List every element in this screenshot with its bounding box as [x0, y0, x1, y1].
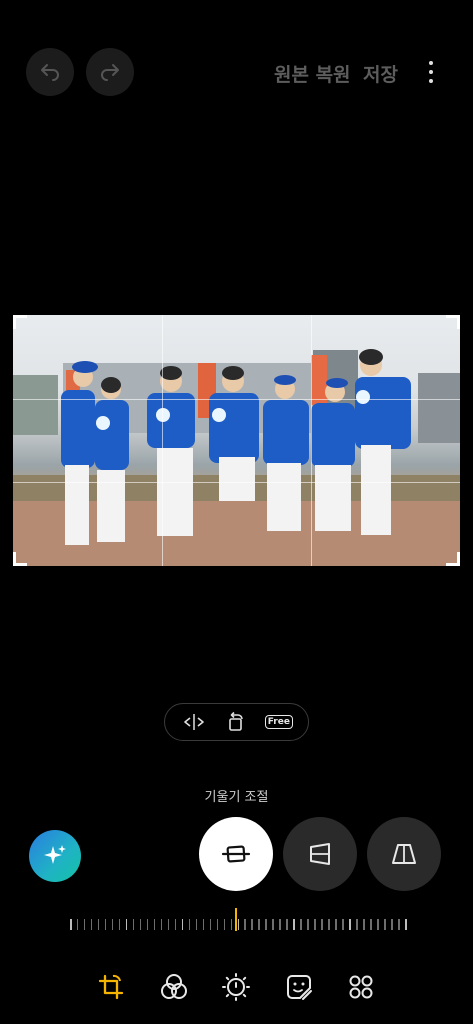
photo-image — [13, 349, 460, 566]
ruler-tick — [335, 919, 337, 930]
ruler-tick — [83, 919, 86, 930]
undo-button[interactable] — [26, 48, 74, 96]
redo-icon — [101, 64, 119, 81]
ruler-tick — [272, 919, 274, 930]
ruler-tick — [391, 919, 393, 930]
ruler-tick — [244, 919, 246, 930]
ruler-tick — [363, 919, 365, 930]
ruler-tick — [223, 919, 226, 930]
ruler-tick — [167, 919, 170, 930]
ruler-tick — [202, 919, 205, 930]
tilt-adjust-label: 기울기 조절 — [204, 790, 269, 805]
ruler-tick — [377, 919, 379, 930]
flip-icon — [184, 714, 204, 730]
aspect-ratio-button[interactable]: Free — [264, 708, 293, 736]
tilt-ruler-slider[interactable] — [70, 915, 407, 935]
horizontal-perspective-button[interactable] — [367, 817, 441, 891]
ruler-tick — [230, 919, 233, 930]
ruler-tick — [356, 919, 358, 930]
photo-canvas[interactable] — [13, 315, 460, 566]
ruler-tick — [405, 919, 407, 930]
ruler-tick — [370, 919, 372, 930]
brightness-icon — [222, 973, 250, 1001]
ruler-tick — [90, 919, 93, 930]
flip-button[interactable] — [180, 708, 208, 736]
ruler-tick — [384, 919, 386, 930]
rotate-button[interactable] — [222, 708, 250, 736]
ruler-tick — [307, 919, 309, 930]
ruler-tick — [188, 919, 191, 930]
brightness-tab[interactable] — [219, 970, 253, 1004]
ruler-tick — [328, 919, 330, 930]
ruler-tick — [286, 919, 288, 930]
tilt-ruler-indicator — [235, 908, 237, 931]
ruler-tick — [321, 919, 323, 930]
undo-icon — [41, 64, 59, 81]
ruler-tick — [314, 919, 316, 930]
ruler-tick — [216, 919, 219, 930]
ruler-tick — [111, 919, 114, 930]
sticker-icon — [287, 975, 312, 1000]
grid-dots-icon — [349, 975, 373, 999]
stickers-tab[interactable] — [282, 970, 316, 1004]
redo-button[interactable] — [86, 48, 134, 96]
horizontal-perspective-icon — [392, 844, 416, 864]
ruler-tick — [76, 919, 79, 930]
ai-auto-button[interactable] — [29, 830, 81, 882]
save-button[interactable]: 저장 — [363, 60, 398, 87]
crop-rotate-tab[interactable] — [94, 970, 128, 1004]
more-tools-tab[interactable] — [344, 970, 378, 1004]
ruler-tick — [265, 919, 267, 930]
ruler-tick — [118, 919, 121, 930]
ruler-tick — [258, 919, 260, 930]
crop-handle-bottom-left[interactable] — [13, 552, 27, 566]
crop-icon — [98, 974, 124, 1000]
ruler-tick — [132, 919, 135, 930]
ruler-tick — [342, 919, 344, 930]
ruler-tick — [146, 919, 149, 930]
filters-icon — [161, 974, 187, 999]
filters-tab[interactable] — [157, 970, 191, 1004]
ruler-tick — [398, 919, 400, 930]
ruler-tick — [293, 919, 295, 930]
ruler-tick — [237, 919, 239, 930]
ruler-tick — [251, 919, 253, 930]
rotate-icon — [229, 711, 244, 731]
ruler-tick — [139, 919, 142, 930]
ruler-tick — [104, 919, 107, 930]
revert-button[interactable]: 원본 복원 — [274, 60, 351, 87]
ruler-tick — [97, 919, 100, 930]
ruler-tick — [279, 919, 281, 930]
ruler-tick — [153, 919, 156, 930]
ruler-tick — [70, 919, 72, 930]
ruler-tick — [125, 919, 128, 930]
vertical-perspective-button[interactable] — [283, 817, 357, 891]
ruler-tick — [174, 919, 177, 930]
straighten-button[interactable] — [199, 817, 273, 891]
vertical-perspective-icon — [310, 843, 330, 865]
ruler-tick — [300, 919, 302, 930]
crop-tools-bar: Free — [164, 703, 309, 741]
ruler-tick — [160, 919, 163, 930]
straighten-icon — [221, 845, 251, 863]
aspect-free-label: Free — [264, 715, 293, 729]
sparkles-icon — [44, 845, 66, 864]
ruler-tick — [181, 919, 184, 930]
crop-handle-top-right[interactable] — [446, 315, 460, 329]
ruler-tick — [195, 919, 198, 930]
crop-handle-top-left[interactable] — [13, 315, 27, 329]
more-options-icon[interactable] — [420, 58, 442, 86]
crop-handle-bottom-right[interactable] — [446, 552, 460, 566]
ruler-tick — [209, 919, 212, 930]
ruler-tick — [349, 919, 351, 930]
